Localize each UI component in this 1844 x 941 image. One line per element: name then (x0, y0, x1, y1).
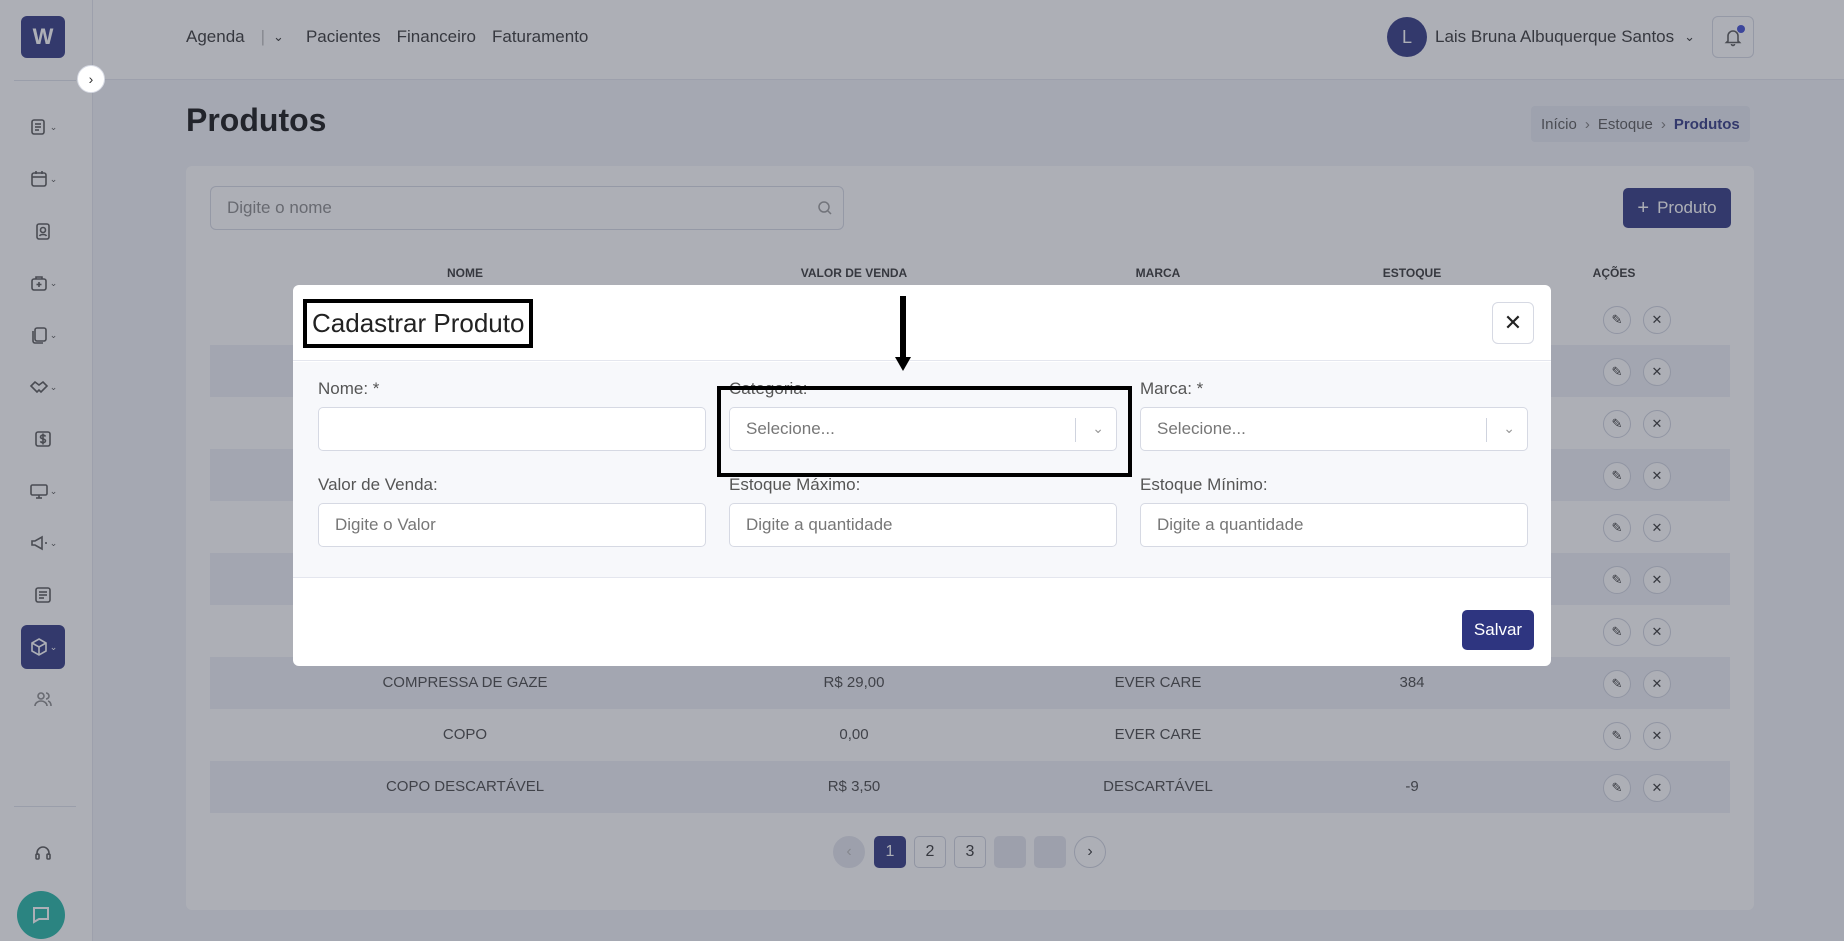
close-modal-button[interactable]: ✕ (1492, 302, 1534, 344)
save-button[interactable]: Salvar (1462, 610, 1534, 650)
chevron-down-icon: ⌄ (1503, 420, 1515, 436)
annotation-arrow-head (895, 357, 911, 371)
valor-venda-input[interactable]: Digite o Valor (318, 503, 706, 547)
estoque-maximo-placeholder: Digite a quantidade (746, 515, 893, 534)
marca-placeholder: Selecione... (1157, 419, 1246, 438)
annotation-highlight-box (717, 386, 1132, 477)
nome-label: Nome: * (318, 379, 380, 398)
estoque-minimo-field: Estoque Mínimo: Digite a quantidade (1140, 475, 1528, 547)
valor-venda-field: Valor de Venda: Digite o Valor (318, 475, 706, 547)
modal-title: Cadastrar Produto (303, 299, 534, 348)
marca-field: Marca: * Selecione... ⌄ (1140, 379, 1528, 451)
estoque-maximo-input[interactable]: Digite a quantidade (729, 503, 1117, 547)
nome-field: Nome: * (318, 379, 706, 451)
select-divider (1486, 418, 1487, 442)
close-icon: ✕ (1503, 310, 1523, 335)
chevron-right-icon: › (88, 71, 94, 87)
estoque-minimo-label: Estoque Mínimo: (1140, 475, 1268, 494)
marca-select[interactable]: Selecione... ⌄ (1140, 407, 1528, 451)
estoque-maximo-field: Estoque Máximo: Digite a quantidade (729, 475, 1117, 547)
estoque-minimo-placeholder: Digite a quantidade (1157, 515, 1304, 534)
estoque-maximo-label: Estoque Máximo: (729, 475, 861, 494)
nome-input[interactable] (318, 407, 706, 451)
register-product-modal: Cadastrar Produto ✕ Nome: * Categoria: S… (293, 285, 1551, 666)
annotation-arrow (900, 296, 906, 360)
marca-label: Marca: * (1140, 379, 1204, 398)
valor-venda-placeholder: Digite o Valor (335, 515, 436, 534)
valor-venda-label: Valor de Venda: (318, 475, 438, 494)
modal-header: Cadastrar Produto ✕ (293, 285, 1551, 361)
sidebar-expand-button[interactable]: › (77, 65, 105, 93)
estoque-minimo-input[interactable]: Digite a quantidade (1140, 503, 1528, 547)
